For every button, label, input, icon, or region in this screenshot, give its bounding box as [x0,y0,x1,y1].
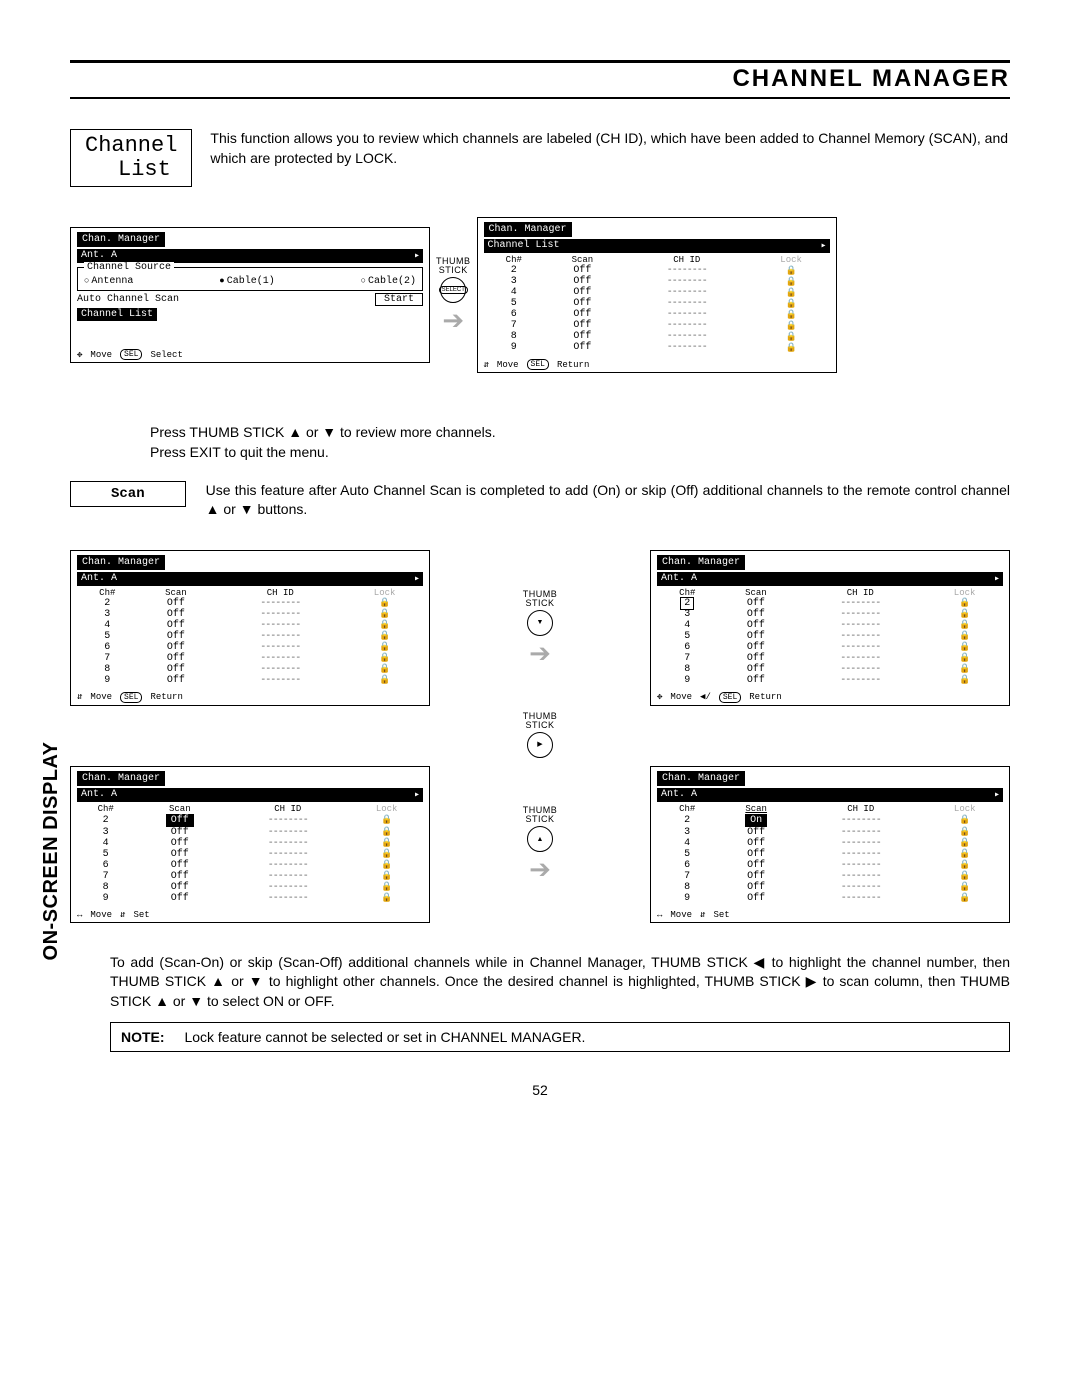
osd-panel-scan-3: Chan. Manager Ant. A▸ Ch#ScanCH IDLock 2… [70,766,430,923]
note-text: Lock feature cannot be selected or set i… [184,1029,585,1045]
intro-text: This function allows you to review which… [210,129,1010,168]
press-instruction-1: Press THUMB STICK ▲ or ▼ to review more … [150,423,1010,443]
start-button[interactable]: Start [375,293,423,306]
chevron-right-icon: ▸ [411,249,423,263]
fieldset-channel-source: Channel Source [84,262,174,273]
osd-panel-channel-list: Chan. Manager Channel List ▸ Ch# Scan CH… [477,217,837,373]
updown-icon: ⇵ [484,360,489,370]
channel-list-badge: Channel List [70,129,192,187]
thumb-stick-label: THUMB STICK SELECT [436,257,471,305]
thumb-stick-label: THUMB STICK ▶ [523,712,558,760]
press-instruction-2: Press EXIT to quit the menu. [150,443,1010,463]
arrow-right-icon: ➔ [442,307,464,333]
thumb-stick-up-icon: ▲ [527,826,553,852]
arrow-right-icon: ➔ [529,640,551,666]
sel-icon: SEL [120,349,142,360]
selector-channel-list: Channel List [484,239,818,253]
thumb-stick-label: THUMB STICK ▼ [523,590,558,638]
auto-channel-scan-label: Auto Channel Scan [77,294,179,305]
tab-chan-manager: Chan. Manager [484,222,572,237]
thumb-stick-label: THUMB STICK ▲ [523,806,558,854]
sel-icon: SEL [527,359,549,370]
osd-panel-scan-2: Chan. Manager Ant. A▸ Ch#ScanCH IDLock 2… [650,550,1010,706]
tab-chan-manager: Chan. Manager [77,232,165,247]
note-box: NOTE: Lock feature cannot be selected or… [110,1022,1010,1052]
explain-text: To add (Scan-On) or skip (Scan-Off) addi… [110,953,1010,1012]
osd-panel-scan-1: Chan. Manager Ant. A▸ Ch#ScanCH IDLock 2… [70,550,430,706]
note-label: NOTE: [121,1029,165,1045]
osd-panel-chan-manager: Chan. Manager Ant. A ▸ Channel Source An… [70,227,430,363]
source-options: Antenna Cable(1) Cable(2) [84,276,416,287]
scan-text: Use this feature after Auto Channel Scan… [206,481,1010,520]
page-number: 52 [70,1082,1010,1098]
thumb-stick-down-icon: ▼ [527,610,553,636]
page-title: CHANNEL MANAGER [70,65,1010,93]
thumb-stick-icon: SELECT [440,277,466,303]
arrow-right-icon: ➔ [529,856,551,882]
channel-table: Ch# Scan CH ID Lock 2Off--------🔒 3Off--… [484,255,830,353]
side-label: ON-SCREEN DISPLAY [40,741,63,960]
move-icon: ✥ [77,350,82,360]
thumb-stick-right-icon: ▶ [527,732,553,758]
chevron-right-icon: ▸ [818,239,830,253]
scan-badge: Scan [70,481,186,507]
channel-list-button[interactable]: Channel List [77,308,157,321]
osd-panel-scan-4: Chan. Manager Ant. A▸ Ch#ScanCH IDLock 2… [650,766,1010,923]
